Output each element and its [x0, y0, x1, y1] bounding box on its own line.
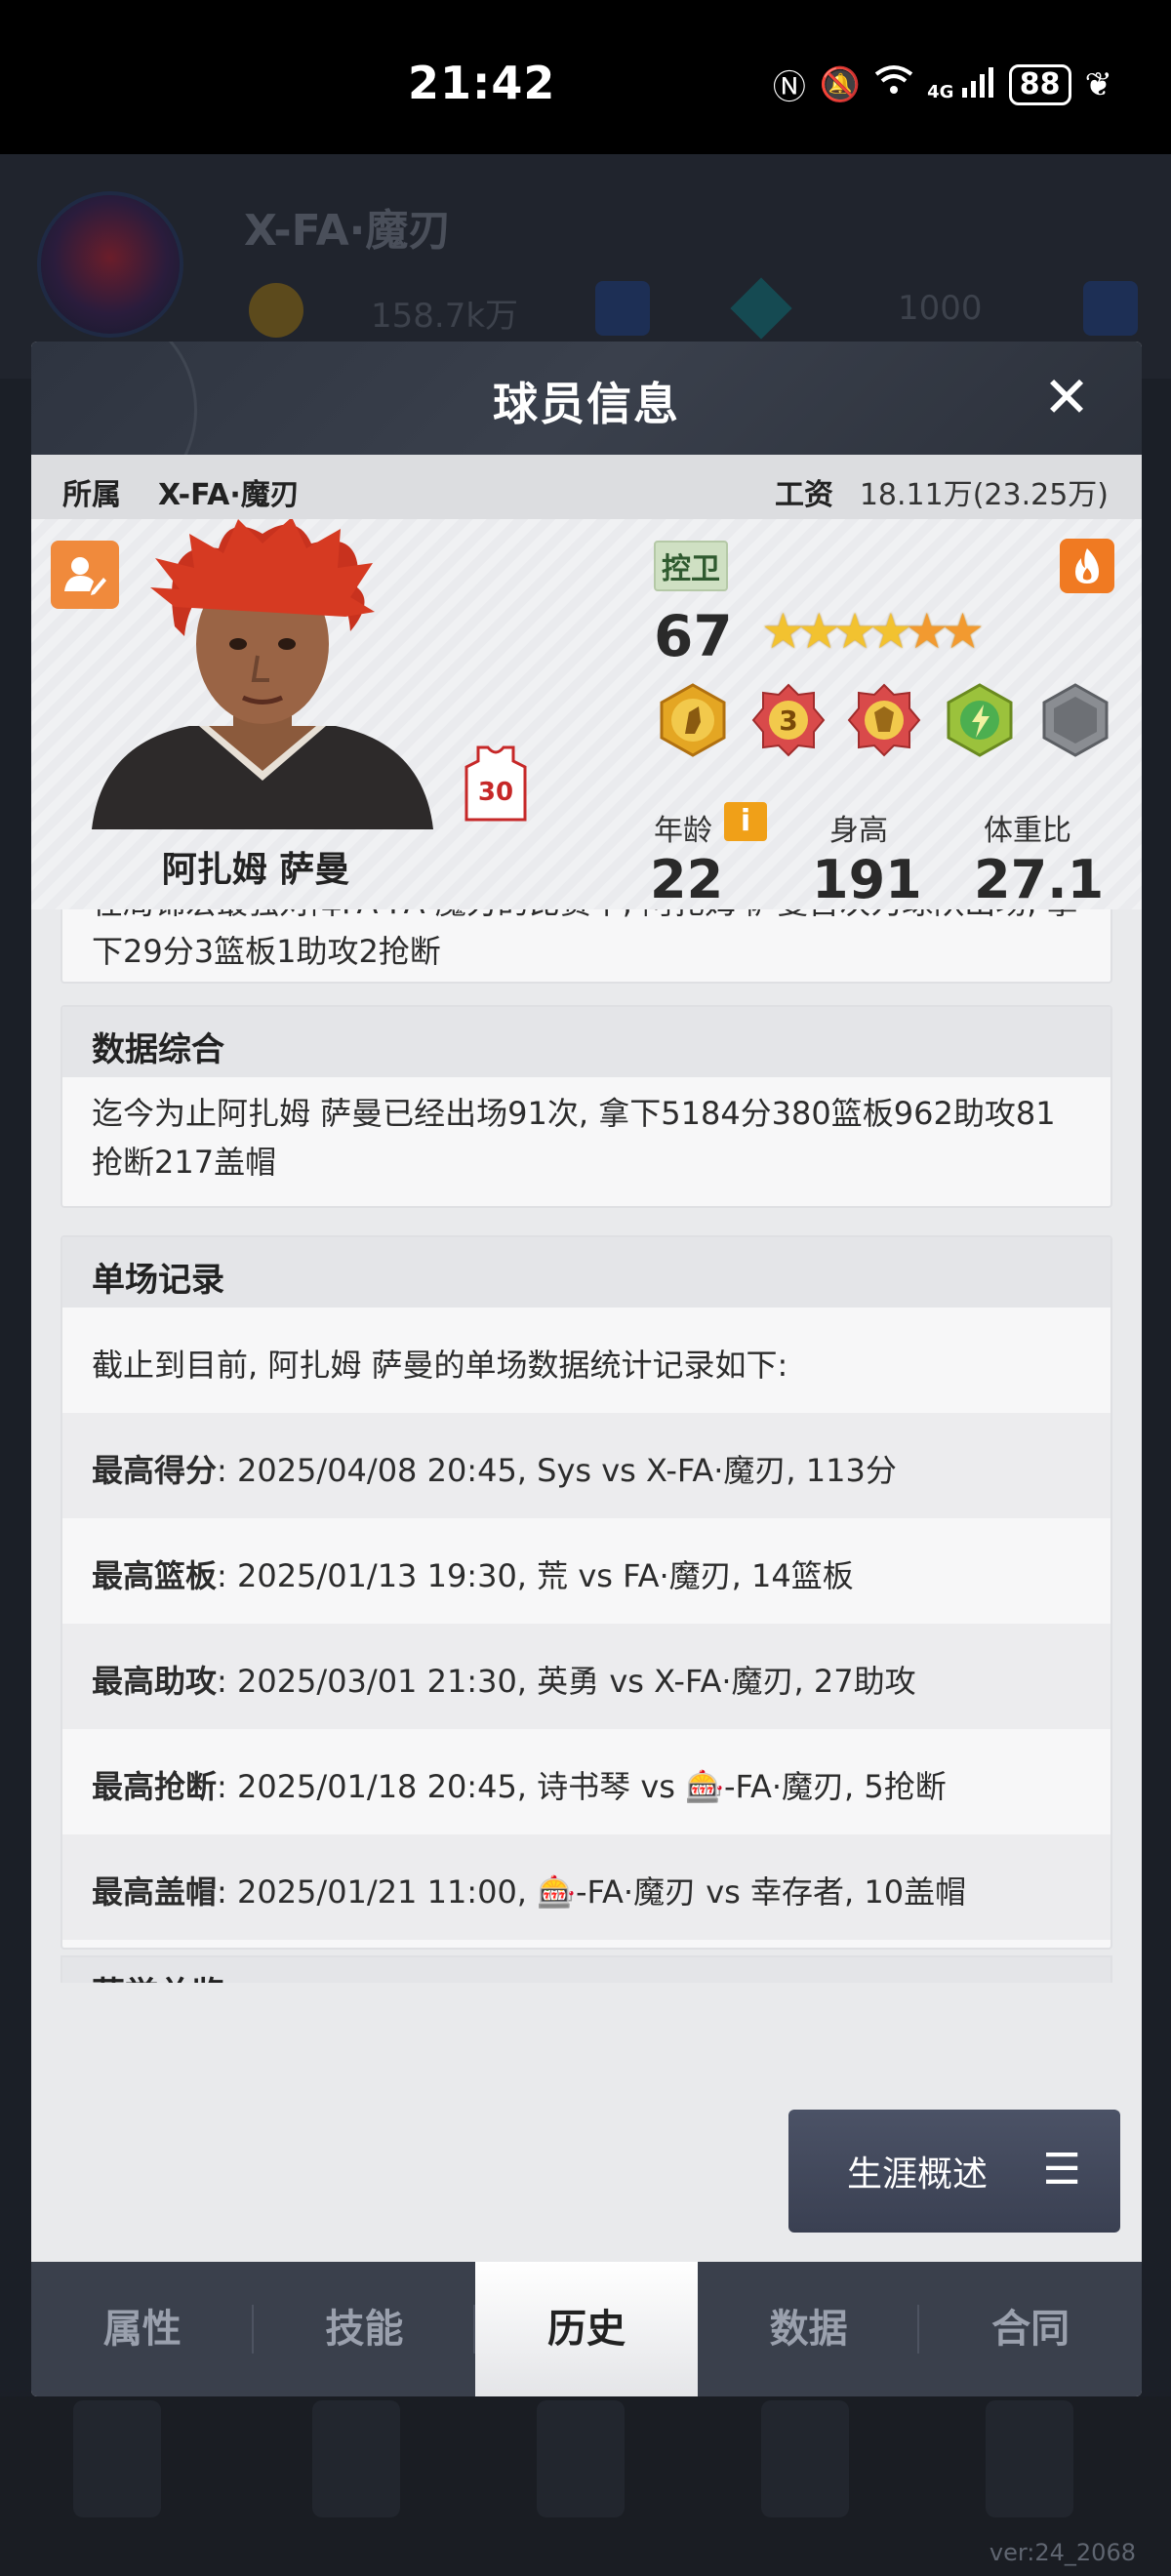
weight-ratio-value: 27.1	[974, 849, 1105, 910]
player-name: 阿扎姆 萨曼	[161, 850, 350, 890]
record-row: 最高得分: 2025/04/08 20:45, Sys vs X-FA·魔刃, …	[62, 1413, 1110, 1518]
energy-badge-icon[interactable]	[943, 683, 1017, 757]
weight-ratio-label: 体重比	[984, 814, 1071, 848]
record-label: 最高助攻	[92, 1663, 218, 1700]
coin-icon	[249, 283, 303, 338]
record-text: : 2025/01/13 19:30, 荒 vs FA·魔刃, 14篮板	[217, 1557, 854, 1594]
age-info-icon[interactable]: i	[724, 802, 767, 841]
jersey-number: 30	[478, 778, 513, 807]
overall-rating: 67	[654, 603, 733, 669]
record-row: 最高抢断: 2025/01/18 20:45, 诗书琴 vs 🎰-FA·魔刃, …	[62, 1729, 1110, 1834]
tab-attributes[interactable]: 属性	[31, 2262, 254, 2396]
record-label: 最高篮板	[92, 1557, 218, 1594]
player-info-modal: 球员信息 ✕ 所属 X-FA·魔刃 工资 18.11万(23.25万) 30 阿…	[31, 342, 1142, 2396]
fire-button[interactable]	[1060, 539, 1114, 593]
background-nav-item	[537, 2400, 625, 2517]
debut-text: 在局锦宏最强对阵FA-FA·魔刃的比赛中, 阿扎姆 萨曼首次为球队出场, 拿下2…	[92, 909, 1078, 970]
background-nav-item	[73, 2400, 161, 2517]
record-text: : 2025/01/18 20:45, 诗书琴 vs 🎰-FA·魔刃, 5抢断	[217, 1768, 947, 1805]
close-button[interactable]: ✕	[1036, 367, 1097, 427]
background-nav-item	[761, 2400, 849, 2517]
position-badge: 控卫	[654, 541, 728, 591]
skill-badges: 3	[656, 683, 1112, 757]
battery-indicator: 88	[1008, 63, 1071, 105]
wifi-icon	[874, 64, 913, 104]
summary-text: 迄今为止阿扎姆 萨曼已经出场91次, 拿下5184分380篮板962助攻81抢断…	[92, 1095, 1056, 1181]
dribble-badge-icon[interactable]	[656, 683, 730, 757]
player-profile: 30 阿扎姆 萨曼 控卫 67 ★ ★ ★ ★ ★ ★ 3 年龄 i 身高 体重…	[31, 519, 1142, 910]
record-text: : 2025/03/01 21:30, 英勇 vs X-FA·魔刃, 27助攻	[217, 1663, 916, 1700]
height-label: 身高	[829, 814, 888, 848]
background-nav-item	[312, 2400, 400, 2517]
coin-value: 158.7k万	[371, 297, 519, 336]
debut-card: 在局锦宏最强对阵FA-FA·魔刃的比赛中, 阿扎姆 萨曼首次为球队出场, 拿下2…	[61, 909, 1112, 984]
salary-value: 18.11万(23.25万)	[859, 478, 1109, 512]
version-label: ver:24_2068	[989, 2539, 1136, 2566]
honors-title: 荣誉总览	[61, 1955, 1112, 1983]
background-nav-item	[986, 2400, 1073, 2517]
leaf-icon: ❦	[1084, 64, 1113, 104]
mute-icon: 🔕	[819, 64, 862, 104]
tab-skills[interactable]: 技能	[254, 2262, 476, 2396]
status-icons: Ⓝ 🔕 4G 88 ❦	[773, 60, 1112, 108]
player-portrait	[82, 519, 443, 829]
star-rating: ★ ★ ★ ★ ★ ★	[761, 603, 985, 660]
records-card: 单场记录 截止到目前, 阿扎姆 萨曼的单场数据统计记录如下: 最高得分: 202…	[61, 1235, 1112, 1950]
career-overview-label: 生涯概述	[847, 2154, 989, 2194]
network-type: 4G	[927, 82, 954, 102]
record-row: 最高盖帽: 2025/01/21 11:00, 🎰-FA·魔刃 vs 幸存者, …	[62, 1834, 1110, 1940]
defense-badge-icon[interactable]	[847, 683, 921, 757]
summary-title: 数据综合	[62, 1007, 1110, 1077]
height-value: 191	[812, 849, 922, 910]
svg-text:3: 3	[779, 704, 797, 737]
record-label: 最高抢断	[92, 1768, 218, 1805]
fire-icon	[1075, 548, 1099, 584]
summary-card: 数据综合 迄今为止阿扎姆 萨曼已经出场91次, 拿下5184分380篮板962助…	[61, 1005, 1112, 1208]
background-team-title: X-FA·魔刃	[244, 206, 452, 256]
affiliation-value: X-FA·魔刃	[158, 478, 300, 512]
modal-header: 球员信息 ✕	[31, 342, 1142, 517]
age-value: 22	[650, 849, 724, 910]
signal-icon: 4G	[927, 66, 995, 102]
menu-icon: ☰	[1042, 2145, 1081, 2194]
records-title: 单场记录	[62, 1237, 1110, 1308]
star-icon: ★	[941, 603, 985, 660]
status-bar: 21:42 Ⓝ 🔕 4G 88 ❦	[0, 0, 1171, 154]
clock: 21:42	[408, 57, 556, 109]
nfc-icon: Ⓝ	[772, 68, 806, 107]
team-logo-icon	[37, 191, 183, 338]
record-row: 最高助攻: 2025/03/01 21:30, 英勇 vs X-FA·魔刃, 2…	[62, 1624, 1110, 1729]
tab-data[interactable]: 数据	[698, 2262, 920, 2396]
locked-badge-icon[interactable]	[1038, 683, 1112, 757]
age-label: 年龄	[654, 814, 712, 848]
history-scroll-area[interactable]: 在局锦宏最强对阵FA-FA·魔刃的比赛中, 阿扎姆 萨曼首次为球队出场, 拿下2…	[31, 909, 1142, 1983]
tab-history[interactable]: 历史	[475, 2262, 698, 2396]
add-coins-button	[595, 281, 650, 336]
add-gems-button	[1083, 281, 1138, 336]
record-row: 最高篮板: 2025/01/13 19:30, 荒 vs FA·魔刃, 14篮板	[62, 1518, 1110, 1624]
record-text: : 2025/04/08 20:45, Sys vs X-FA·魔刃, 113分	[217, 1452, 897, 1489]
info-bar: 所属 X-FA·魔刃 工资 18.11万(23.25万)	[31, 455, 1142, 519]
three-point-badge-icon[interactable]: 3	[751, 683, 826, 757]
salary-label: 工资	[775, 478, 833, 512]
gem-value: 1000	[898, 289, 983, 328]
record-label: 最高盖帽	[92, 1873, 218, 1911]
tab-bar: 属性 技能 历史 数据 合同	[31, 2262, 1142, 2396]
record-label: 最高得分	[92, 1452, 218, 1489]
jersey-icon: 30	[464, 745, 527, 822]
affiliation-label: 所属	[62, 478, 121, 512]
tab-contract[interactable]: 合同	[919, 2262, 1142, 2396]
career-overview-button[interactable]: 生涯概述 ☰	[788, 2110, 1120, 2233]
record-text: : 2025/01/21 11:00, 🎰-FA·魔刃 vs 幸存者, 10盖帽	[217, 1873, 967, 1911]
records-intro: 截止到目前, 阿扎姆 萨曼的单场数据统计记录如下:	[92, 1347, 788, 1384]
modal-title: 球员信息	[493, 378, 680, 430]
